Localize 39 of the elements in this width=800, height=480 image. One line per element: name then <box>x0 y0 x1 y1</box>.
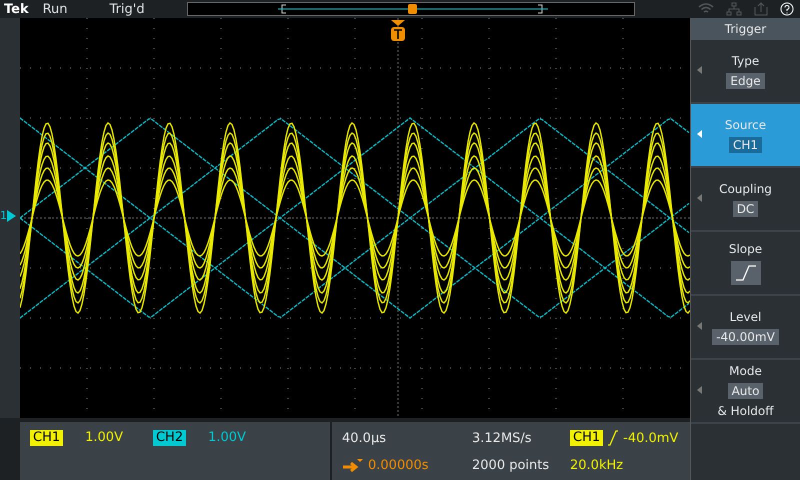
menu-item-label: Type <box>732 54 760 68</box>
trigger-source-badge: CH1 <box>570 430 604 446</box>
menu-item[interactable]: Coupling DC <box>691 168 800 232</box>
rising-slope-icon <box>730 260 760 284</box>
menu-item[interactable]: Mode Auto & Holdoff <box>691 360 800 424</box>
menu-item-note: & Holdoff <box>717 404 774 418</box>
menu-item-label: Mode <box>729 364 762 378</box>
wifi-icon[interactable] <box>698 3 714 15</box>
menu-item-value: DC <box>732 200 758 216</box>
trigger-position-icon <box>342 458 364 472</box>
trigger-level: -40.0mV <box>623 430 678 446</box>
menu-item-label: Slope <box>728 242 762 256</box>
menu-item-value: CH1 <box>728 136 762 152</box>
menu-item-label: Level <box>730 310 762 324</box>
brand-logo: Tek <box>4 2 29 16</box>
channel-badge[interactable]: CH1 <box>30 430 64 446</box>
export-icon[interactable] <box>754 2 768 16</box>
horizontal-position: 0.00000s <box>368 458 429 473</box>
menu-item[interactable]: Source CH1 <box>691 104 800 168</box>
menu-item-value: Auto <box>728 383 764 399</box>
menu-item-value: Edge <box>726 72 765 88</box>
time-scale: 40.0µs <box>342 430 387 446</box>
menu-item[interactable]: Level -40.00mV <box>691 296 800 360</box>
trigger-state: Trig'd <box>110 2 145 16</box>
network-icon[interactable] <box>726 2 742 16</box>
trigger-frequency: 20.0kHz <box>570 458 624 473</box>
sample-rate: 3.12MS/s <box>472 430 533 446</box>
menu-item-label: Source <box>724 118 766 132</box>
rising-slope-icon <box>607 430 620 446</box>
menu-item[interactable]: Slope <box>691 232 800 296</box>
channel-scale: 1.00V <box>208 430 246 447</box>
channel-scale: 1.00V <box>85 430 123 447</box>
record-length: 2000 points <box>472 458 550 473</box>
acquisition-state[interactable]: Run <box>42 2 68 16</box>
channel-badge[interactable]: CH2 <box>152 430 186 446</box>
help-icon[interactable] <box>780 2 794 16</box>
menu-item-value: -40.00mV <box>712 328 779 344</box>
menu-title: Trigger <box>691 18 800 40</box>
menu-item-label: Coupling <box>719 182 772 196</box>
